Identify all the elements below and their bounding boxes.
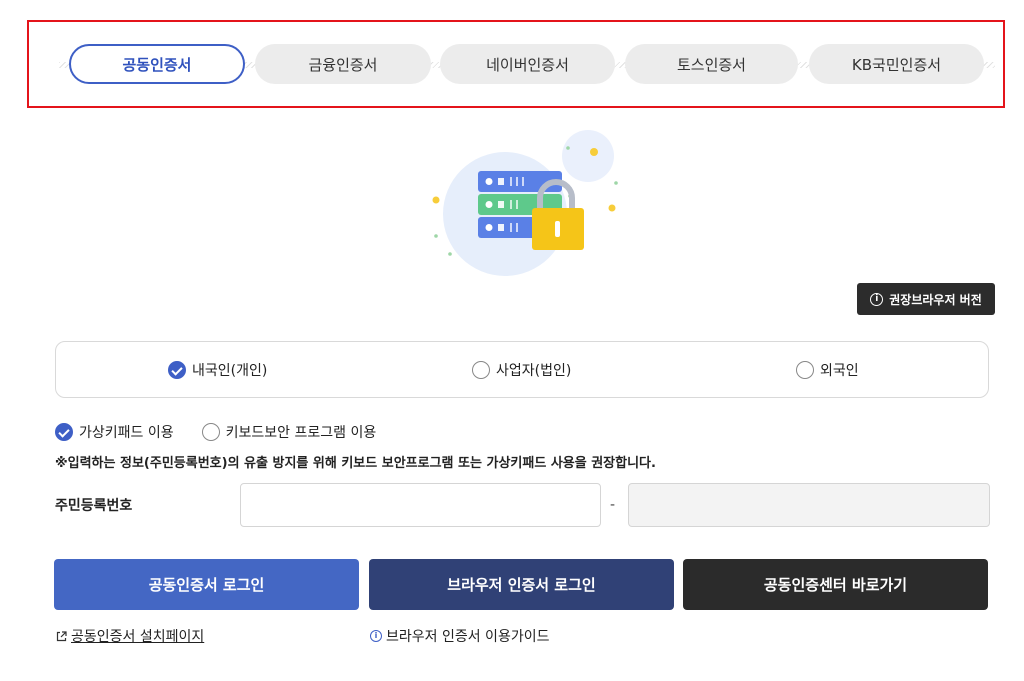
joint-certificate-login-button[interactable]: 공동인증서 로그인 xyxy=(54,559,359,610)
radio-foreigner[interactable]: 외국인 xyxy=(796,360,859,380)
info-icon: i xyxy=(370,630,382,642)
tab-kb-certificate[interactable]: KB국민인증서 xyxy=(809,44,984,84)
radio-unchecked-icon xyxy=(796,361,814,379)
rrn-back-input[interactable] xyxy=(628,483,990,527)
radio-keyboard-security-label: 키보드보안 프로그램 이용 xyxy=(225,425,377,441)
install-page-link-label: 공동인증서 설치페이지 xyxy=(71,629,205,645)
server-lock-illustration xyxy=(432,130,618,276)
info-icon: i xyxy=(870,292,884,306)
tab-naver-certificate[interactable]: 네이버인증서 xyxy=(440,44,615,84)
certificate-center-button[interactable]: 공동인증센터 바로가기 xyxy=(683,559,988,610)
browser-guide-link[interactable]: i 브라우저 인증서 이용가이드 xyxy=(370,626,549,646)
recommended-browser-button[interactable]: i 권장브라우저 버전 xyxy=(857,283,995,315)
radio-virtual-keypad[interactable]: 가상키패드 이용 xyxy=(55,422,174,442)
recommended-browser-label: 권장브라우저 버전 xyxy=(889,292,982,307)
rrn-label: 주민등록번호 xyxy=(55,498,133,514)
radio-checked-icon xyxy=(168,361,186,379)
radio-domestic-individual-label: 내국인(개인) xyxy=(192,363,268,379)
certificate-tab-bar: 공동인증서 금융인증서 네이버인증서 토스인증서 KB국민인증서 xyxy=(27,20,1005,108)
browser-certificate-login-button[interactable]: 브라우저 인증서 로그인 xyxy=(369,559,674,610)
radio-domestic-individual[interactable]: 내국인(개인) xyxy=(168,360,267,380)
radio-business-corporate-label: 사업자(법인) xyxy=(496,363,572,379)
external-link-icon xyxy=(56,630,67,641)
tab-financial-certificate[interactable]: 금융인증서 xyxy=(255,44,431,84)
radio-business-corporate[interactable]: 사업자(법인) xyxy=(472,360,571,380)
tab-toss-certificate[interactable]: 토스인증서 xyxy=(625,44,798,84)
radio-checked-icon xyxy=(55,423,73,441)
radio-virtual-keypad-label: 가상키패드 이용 xyxy=(79,425,174,441)
install-page-link[interactable]: 공동인증서 설치페이지 xyxy=(56,626,204,646)
input-method-selector: 가상키패드 이용 키보드보안 프로그램 이용 xyxy=(55,422,376,442)
rrn-separator: - xyxy=(610,497,616,513)
radio-foreigner-label: 외국인 xyxy=(820,363,859,379)
radio-unchecked-icon xyxy=(472,361,490,379)
rrn-front-input[interactable] xyxy=(240,483,601,527)
radio-keyboard-security[interactable]: 키보드보안 프로그램 이용 xyxy=(201,422,377,442)
security-notice: ※입력하는 정보(주민등록번호)의 유출 방지를 위해 키보드 보안프로그램 또… xyxy=(55,456,656,471)
tab-joint-certificate[interactable]: 공동인증서 xyxy=(69,44,245,84)
user-type-selector: 내국인(개인) 사업자(법인) 외국인 xyxy=(55,341,989,398)
browser-guide-link-label: 브라우저 인증서 이용가이드 xyxy=(386,629,550,645)
radio-unchecked-icon xyxy=(201,423,220,441)
